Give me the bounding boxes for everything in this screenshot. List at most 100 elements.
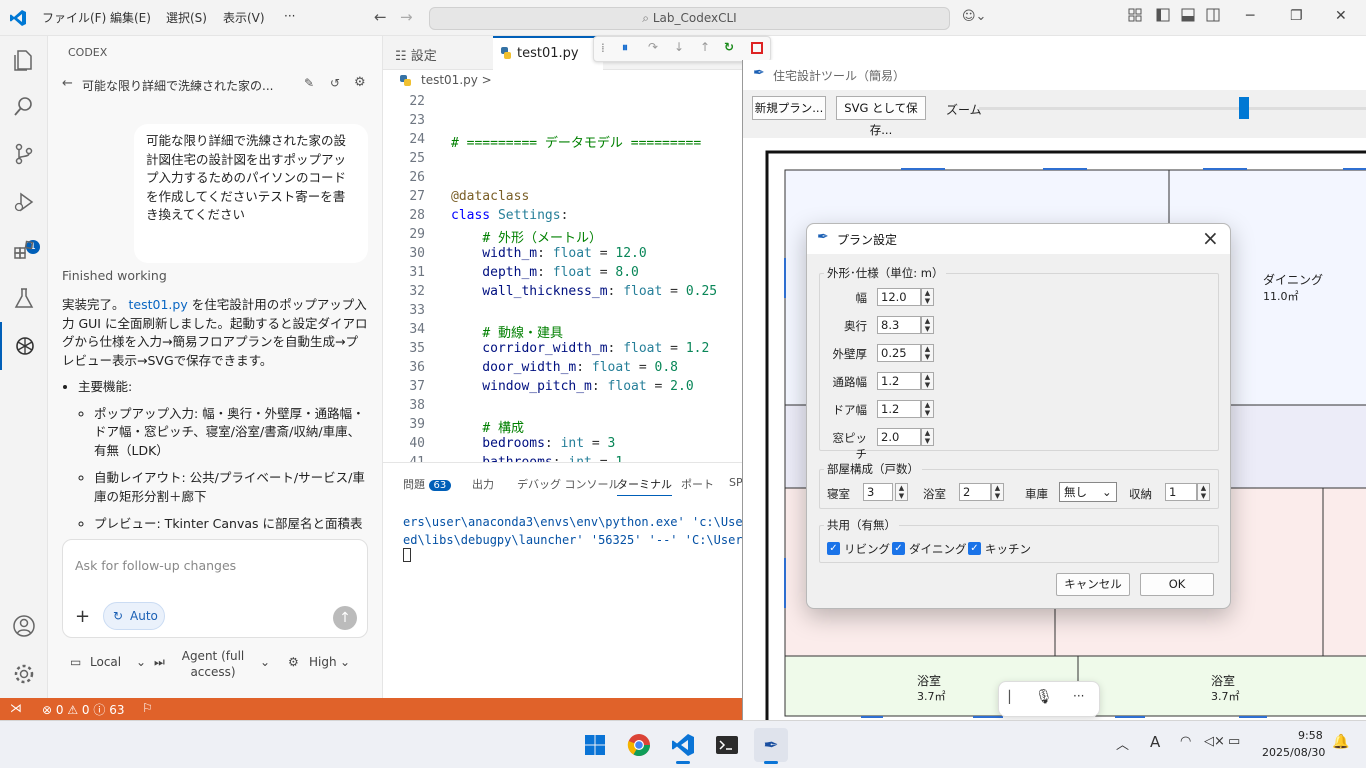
tab-ports[interactable]: ポート [681,476,714,492]
copilot-icon[interactable]: ☺⌄ [962,9,986,24]
toggle-secondary-sidebar-icon[interactable] [1206,8,1220,22]
field-spinbox[interactable]: 1.2 [877,372,921,390]
menu-view[interactable]: 表示(V) [223,9,265,26]
microphone-icon[interactable]: 🎙 [1035,689,1053,705]
spin-arrows-icon[interactable]: ▲ ▼ [1197,483,1210,501]
reasoning-level-dropdown[interactable]: High [309,655,337,669]
history-icon[interactable]: ↺ [330,76,340,90]
tab-test01[interactable]: test01.py [493,36,603,70]
more-options-icon[interactable]: ··· [1073,689,1084,703]
explorer-icon[interactable] [0,36,48,84]
wifi-icon[interactable]: ◠ [1180,734,1191,749]
spin-arrows-icon[interactable]: ▲ ▼ [991,483,1004,501]
account-icon[interactable] [0,602,48,650]
debug-icon[interactable]: ⚐ [142,701,153,715]
ok-button[interactable]: OK [1140,573,1214,596]
kitchen-checkbox[interactable]: ✓ [968,542,981,555]
chrome-icon[interactable] [622,728,656,762]
zoom-slider-track[interactable] [979,107,1366,110]
spin-arrows-icon[interactable]: ▲ ▼ [895,483,908,501]
vscode-taskbar-icon[interactable] [666,728,700,762]
toggle-sidebar-icon[interactable] [1156,8,1170,22]
dining-checkbox[interactable]: ✓ [892,542,905,555]
close-icon[interactable]: × [1202,226,1219,250]
spin-arrows-icon[interactable]: ▲ ▼ [921,428,934,446]
windows-start-icon[interactable] [578,728,612,762]
forward-arrow-icon[interactable]: → [400,8,413,26]
ime-icon[interactable]: A [1150,733,1160,751]
python-feather-icon[interactable]: ✒ [754,728,788,762]
tab-debug-console[interactable]: デバッグ コンソール [517,476,620,492]
terminal-cursor[interactable] [403,548,411,562]
zoom-slider-thumb[interactable] [1238,97,1249,119]
stop-icon[interactable] [751,42,763,54]
problems-status[interactable]: ⊗ 0 ⚠ 0 ⓘ 63 [42,701,124,718]
chevron-up-icon[interactable]: ︿ [1116,734,1129,753]
spin-arrows-icon[interactable]: ▲ ▼ [921,400,934,418]
drag-handle-icon[interactable]: ⁞ [601,41,605,55]
tab-spell[interactable]: SP [729,476,743,489]
back-arrow-icon[interactable]: ← [62,76,73,91]
menu-edit[interactable]: 編集(E) [110,9,151,26]
toggle-panel-icon[interactable] [1181,8,1195,22]
menu-file[interactable]: ファイル(F) [42,9,106,26]
testing-flask-icon[interactable] [0,274,48,322]
tab-terminal[interactable]: ターミナル [617,476,672,496]
attach-plus-button[interactable]: + [75,606,90,627]
step-out-icon[interactable]: ↑ [700,40,710,54]
field-spinbox[interactable]: 8.3 [877,316,921,334]
compose-input[interactable]: Ask for follow-up changes [75,558,236,573]
step-into-icon[interactable]: ↓ [674,40,684,54]
send-button[interactable]: ↑ [333,606,357,630]
menu-more[interactable]: ··· [284,9,295,23]
spin-arrows-icon[interactable]: ▲ ▼ [921,344,934,362]
codex-openai-icon[interactable] [0,322,48,370]
run-debug-icon[interactable] [0,178,48,226]
bath-spinbox[interactable]: 2 [959,483,991,501]
restore-icon[interactable]: ❐ [1290,8,1303,24]
code-editor[interactable]: 22 23 24 25 26 27 28 29 30 31 32 33 34 35 36 37 38 39 40 41… [383,92,743,462]
agent-mode-dropdown[interactable]: Agent (full access) [178,648,248,680]
source-control-icon[interactable] [0,130,48,178]
field-spinbox[interactable]: 0.25 [877,344,921,362]
remote-icon[interactable]: ⋊ [10,701,22,715]
tab-output[interactable]: 出力 [472,476,494,492]
step-over-icon[interactable]: ↷ [648,40,658,54]
clock-time[interactable]: 9:58 [1298,729,1323,742]
back-arrow-icon[interactable]: ← [374,8,387,26]
spin-arrows-icon[interactable]: ▲ ▼ [921,316,934,334]
new-plan-button[interactable]: 新規プラン... [752,96,826,120]
garage-select[interactable]: 無し ⌄ [1059,482,1117,502]
extensions-icon[interactable] [0,226,48,274]
terminal-icon[interactable] [710,728,744,762]
minimize-icon[interactable]: ─ [1246,8,1254,24]
settings-gear-icon[interactable]: ⚙ [354,75,366,90]
close-window-icon[interactable]: ✕ [1335,8,1347,24]
living-checkbox[interactable]: ✓ [827,542,840,555]
layout-grid-icon[interactable] [1128,8,1142,22]
command-center[interactable]: ⌕ Lab_CodexCLI [429,7,950,30]
manage-gear-icon[interactable] [0,650,48,698]
local-dropdown[interactable]: Local [90,655,121,669]
tab-problems[interactable]: 問題 63 [403,476,452,492]
field-spinbox[interactable]: 12.0 [877,288,921,306]
speaker-muted-icon[interactable]: ◁× [1204,734,1225,749]
save-svg-button[interactable]: SVG として保存... [836,96,926,137]
restart-icon[interactable]: ↻ [724,40,734,54]
auto-mode-button[interactable]: ↻ Auto [103,602,165,630]
field-spinbox[interactable]: 1.2 [877,400,921,418]
pause-icon[interactable]: ⏸ [622,40,628,55]
search-icon[interactable] [0,82,48,130]
bedroom-spinbox[interactable]: 3 [863,483,893,501]
menu-selection[interactable]: 選択(S) [166,9,207,26]
clock-date[interactable]: 2025/08/30 [1262,746,1325,759]
tab-settings[interactable]: ☷ 設定 [395,45,437,64]
battery-icon[interactable]: ▭ [1228,734,1240,749]
breadcrumb[interactable]: test01.py > [383,70,743,92]
edit-icon[interactable]: ✎ [304,76,314,90]
storage-spinbox[interactable]: 1 [1165,483,1197,501]
spin-arrows-icon[interactable]: ▲ ▼ [921,372,934,390]
cancel-button[interactable]: キャンセル [1056,573,1130,596]
drag-handle-icon[interactable]: ▏ [1009,690,1018,704]
compose-box[interactable]: Ask for follow-up changes + ↻ Auto ↑ [62,539,368,638]
